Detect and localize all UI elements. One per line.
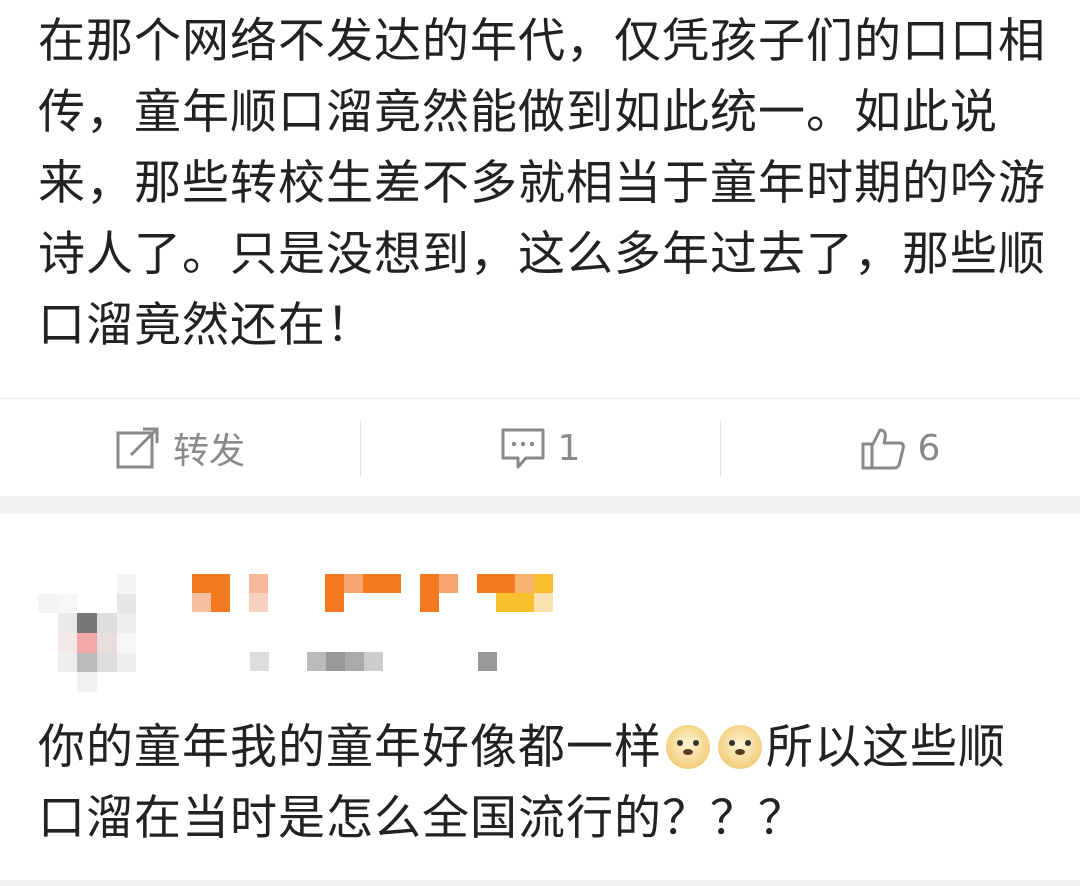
comment-count: 1 <box>557 427 581 469</box>
comment-divider <box>0 880 1080 886</box>
repost-label: 转发 <box>172 431 245 472</box>
avatar[interactable] <box>38 574 156 692</box>
doge-emoji-icon <box>666 725 710 769</box>
repost-button[interactable]: 转发 <box>0 399 360 497</box>
section-separator <box>0 496 1080 514</box>
comment-meta-redacted <box>250 652 497 671</box>
comment-text-part-1: 你的童年我的童年好像都一样 <box>38 720 662 775</box>
post-action-bar: 转发 1 6 <box>0 398 1080 497</box>
repost-icon <box>116 427 159 469</box>
doge-emoji-icon <box>718 725 762 769</box>
username-redacted[interactable] <box>192 574 553 614</box>
comment-body-text: 你的童年我的童年好像都一样 所以这些顺口溜在当时是怎么全国流行的？？？ <box>38 712 1048 854</box>
like-button[interactable]: 6 <box>720 399 1080 497</box>
like-count: 6 <box>917 427 941 469</box>
comment-item: 你的童年我的童年好像都一样 所以这些顺口溜在当时是怎么全国流行的？？？ <box>0 514 1080 886</box>
comment-button[interactable]: 1 <box>360 399 720 497</box>
post-body-text: 在那个网络不发达的年代，仅凭孩子们的口口相传，童年顺口溜竟然能做到如此统一。如此… <box>38 14 1046 353</box>
thumbs-up-icon <box>861 428 905 470</box>
comment-icon <box>501 428 545 469</box>
